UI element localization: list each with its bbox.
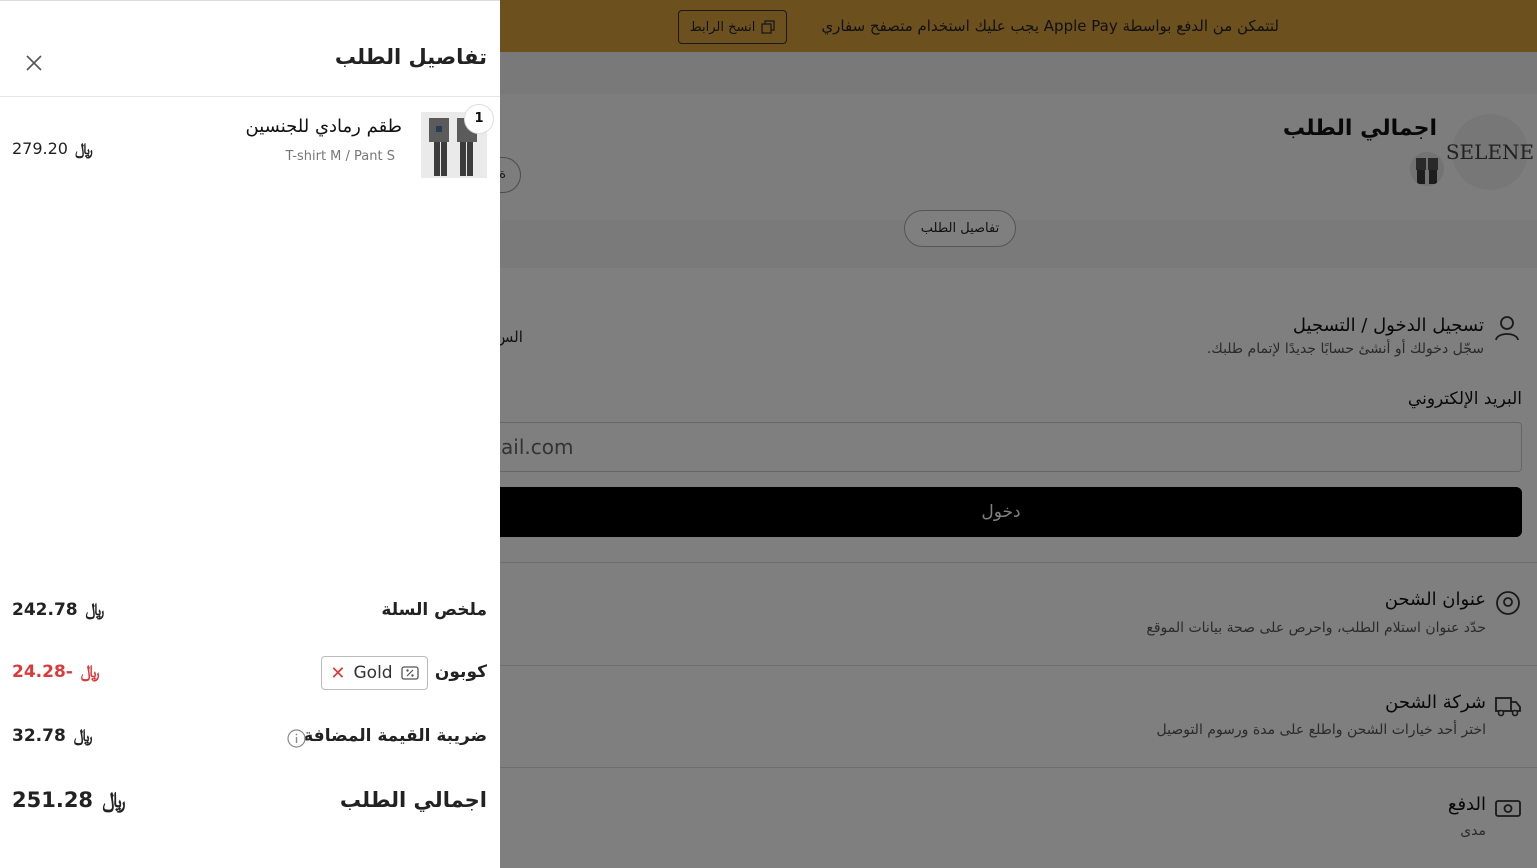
vat-value: ﷼ 32.78 bbox=[12, 726, 93, 746]
total-amount: 251.28 bbox=[12, 788, 94, 812]
remove-coupon-icon[interactable]: ✕ bbox=[330, 663, 345, 684]
currency-symbol: ﷼ bbox=[80, 662, 100, 682]
drawer-header: تفاصيل الطلب bbox=[0, 1, 500, 97]
coupon-code: Gold bbox=[353, 663, 393, 683]
currency-symbol: ﷼ bbox=[75, 139, 93, 158]
product-price: ﷼ 279.20 bbox=[12, 139, 93, 159]
cart-summary-value: ﷼ 242.78 bbox=[12, 600, 104, 620]
coupon-discount-amount: -24.28 bbox=[12, 662, 73, 682]
product-name: طقم رمادي للجنسين bbox=[245, 116, 402, 137]
coupon-label: كوبون bbox=[434, 662, 487, 682]
coupon-icon bbox=[400, 666, 419, 680]
total-label: اجمالي الطلب bbox=[339, 788, 487, 812]
coupon-discount-value: ﷼ -24.28 bbox=[12, 662, 100, 682]
currency-symbol: ﷼ bbox=[73, 726, 93, 746]
product-variant: T-shirt M / Pant S bbox=[285, 149, 395, 164]
close-button[interactable] bbox=[20, 49, 48, 77]
currency-symbol: ﷼ bbox=[85, 600, 105, 620]
close-icon bbox=[26, 55, 42, 71]
total-value: ﷼ 251.28 bbox=[12, 788, 126, 813]
drawer-title: تفاصيل الطلب bbox=[334, 45, 487, 69]
order-details-drawer: تفاصيل الطلب 1 طقم رمادي للجنسين T-shirt… bbox=[0, 0, 500, 868]
info-icon[interactable] bbox=[287, 729, 306, 748]
quantity-badge: 1 bbox=[464, 104, 494, 134]
vat-label: ضريبة القيمة المضافة bbox=[303, 726, 487, 746]
cart-summary-amount: 242.78 bbox=[12, 600, 78, 620]
currency-symbol: ﷼ bbox=[102, 788, 126, 812]
product-price-value: 279.20 bbox=[12, 139, 68, 158]
cart-summary-label: ملخص السلة bbox=[381, 600, 487, 620]
vat-amount: 32.78 bbox=[12, 726, 66, 746]
coupon-chip: ✕ Gold bbox=[321, 656, 428, 690]
